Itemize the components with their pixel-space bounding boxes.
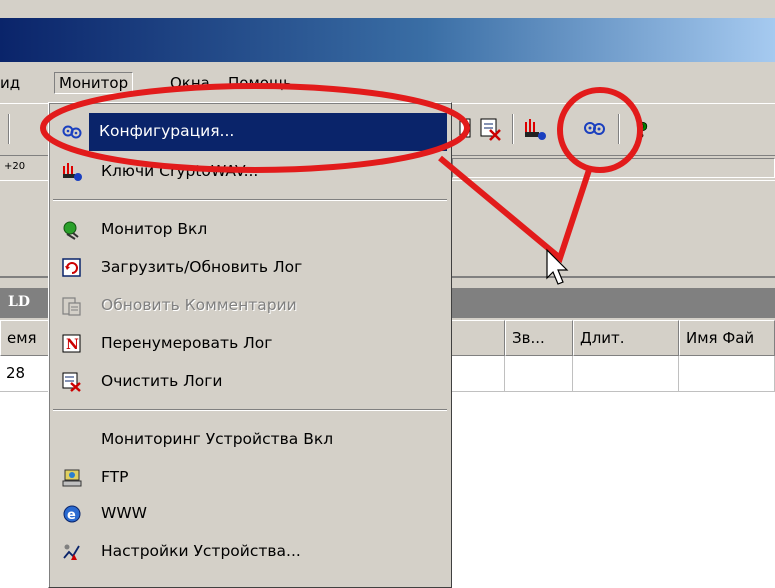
svg-text:?: ? bbox=[636, 118, 648, 142]
menu-item-ftp[interactable]: FTP bbox=[51, 459, 449, 497]
title-bar[interactable] bbox=[0, 18, 775, 62]
grid-caption-text: LD bbox=[8, 294, 30, 310]
table-row-cell-time[interactable]: 28 bbox=[0, 356, 50, 392]
menu-item-configuration[interactable]: Конфигурация... bbox=[89, 113, 447, 151]
device-settings-icon bbox=[63, 544, 80, 560]
clear-logs-icon bbox=[62, 372, 81, 392]
menu-item-device-monitoring-on[interactable]: Мониторинг Устройства Вкл bbox=[51, 421, 449, 459]
update-comments-icon bbox=[62, 297, 81, 316]
menu-bar: ид Монитор Окна Помощь bbox=[0, 66, 775, 102]
menu-item-monitor-on[interactable]: Монитор Вкл bbox=[51, 211, 449, 249]
menu-item-clear-logs[interactable]: Очистить Логи bbox=[51, 363, 449, 401]
renumber-icon: N bbox=[62, 334, 81, 353]
ftp-icon bbox=[62, 469, 82, 487]
app-window: ид Монитор Окна Помощь ? +20 LD емя Зв..… bbox=[0, 0, 775, 588]
config-icon bbox=[584, 122, 605, 135]
menu-windows[interactable]: Окна bbox=[170, 74, 210, 92]
column-duration[interactable]: Длит. bbox=[573, 320, 679, 356]
keys-toolbar-button[interactable] bbox=[522, 116, 548, 142]
menu-view[interactable]: ид bbox=[0, 74, 20, 92]
menu-item-load-refresh-log[interactable]: Загрузить/Обновить Лог bbox=[51, 249, 449, 287]
help-icon: ? bbox=[636, 118, 648, 143]
table-row-cell-duration[interactable] bbox=[573, 356, 679, 392]
help-toolbar-button[interactable]: ? bbox=[630, 116, 656, 143]
configuration-toolbar-button[interactable] bbox=[582, 116, 608, 142]
monitor-on-icon bbox=[63, 221, 79, 240]
column-filename[interactable]: Имя Фай bbox=[679, 320, 775, 356]
monitor-dropdown-menu: Конфигурация... Ключи CryptoWAV... Монит… bbox=[48, 102, 452, 588]
svg-text:N: N bbox=[66, 337, 79, 353]
menu-item-cryptowav-keys[interactable]: Ключи CryptoWAV... bbox=[51, 153, 449, 191]
zoom-label: +20 bbox=[4, 161, 26, 172]
www-icon: e bbox=[63, 505, 81, 523]
clear-logs-icon bbox=[480, 118, 501, 141]
window-top-strip bbox=[0, 0, 775, 18]
column-time[interactable]: емя bbox=[0, 320, 50, 356]
menu-separator bbox=[53, 409, 447, 411]
keys-icon bbox=[525, 119, 546, 140]
menu-help[interactable]: Помощь bbox=[228, 74, 292, 92]
table-row-cell-calls[interactable] bbox=[505, 356, 573, 392]
menu-item-configuration-icon-cell[interactable] bbox=[51, 113, 91, 151]
config-icon bbox=[62, 125, 82, 139]
menu-item-device-settings[interactable]: Настройки Устройства... bbox=[51, 533, 449, 571]
table-row-cell-filename[interactable] bbox=[679, 356, 775, 392]
toolbar-field[interactable] bbox=[452, 158, 775, 178]
menu-item-www[interactable]: e WWW bbox=[51, 495, 449, 533]
menu-item-update-comments[interactable]: Обновить Комментарии bbox=[51, 287, 449, 325]
menu-separator bbox=[53, 199, 447, 201]
svg-text:e: e bbox=[67, 508, 76, 523]
column-calls[interactable]: Зв... bbox=[505, 320, 573, 356]
menu-monitor[interactable]: Монитор bbox=[54, 72, 134, 94]
refresh-log-icon bbox=[62, 258, 81, 277]
clear-logs-toolbar-button[interactable] bbox=[478, 116, 504, 142]
toolbar-separator bbox=[512, 114, 514, 144]
toolbar-separator bbox=[618, 114, 620, 144]
menu-item-renumber-log[interactable]: N Перенумеровать Лог bbox=[51, 325, 449, 363]
keys-icon bbox=[63, 163, 82, 181]
toolbar-separator bbox=[8, 114, 10, 144]
